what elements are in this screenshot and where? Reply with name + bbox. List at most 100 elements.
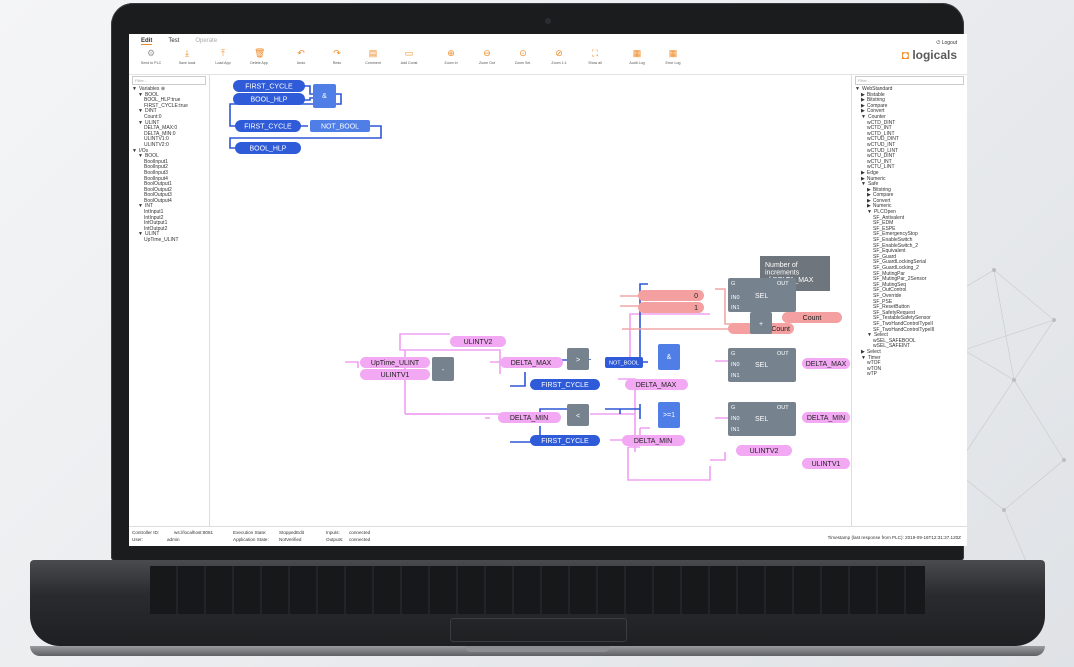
delta-min-var-in[interactable]: DELTA_MIN (498, 412, 561, 423)
const-0[interactable]: 0 (638, 290, 704, 301)
svg-text:DELTA_MIN: DELTA_MIN (807, 415, 845, 422)
delta-min-var-out[interactable]: DELTA_MIN (802, 412, 850, 423)
zoom-out-button[interactable]: ⊖ Zoom Out (469, 48, 505, 65)
zoom-in-icon: ⊕ (447, 48, 455, 58)
trash-button[interactable]: 🗑 Delete App (241, 48, 277, 65)
undo-button[interactable]: ↶ Undo (283, 48, 319, 65)
inputs-value: connected (349, 530, 371, 535)
ulintv2-var-bottom[interactable]: ULINTV2 (736, 445, 792, 456)
delta-min-var-fb[interactable]: DELTA_MIN (622, 435, 685, 446)
top-bool-hlp-out[interactable]: BOOL_HLP (235, 142, 301, 154)
logicals-logo: ◘ logicals (901, 48, 957, 62)
zoom-sel-button[interactable]: ⊙ Zoom Sel. (505, 48, 541, 65)
delta-max-var-in[interactable]: DELTA_MAX (500, 357, 563, 368)
count-var-out[interactable]: Count (782, 312, 842, 323)
fbd-diagram[interactable]: .bw{stroke:#2d57d6;stroke-width:1.6;fill… (210, 74, 850, 526)
error-log-icon: ▦ (668, 48, 678, 58)
first-cycle-var-2[interactable]: FIRST_CYCLE (530, 435, 600, 446)
and-block[interactable]: & (658, 344, 680, 370)
expand-arrow-icon[interactable]: ▼ (138, 153, 143, 159)
toolbar-label: Comment (365, 61, 381, 65)
svg-text:DELTA_MAX: DELTA_MAX (806, 361, 847, 368)
tab-test[interactable]: Test (168, 38, 179, 45)
top-bool-hlp-var[interactable]: BOOL_HLP (233, 93, 305, 105)
expand-arrow-icon[interactable]: ▼ (861, 114, 866, 120)
audit-log-button[interactable]: ▦ Audit Log (619, 48, 655, 65)
svg-text:OUT: OUT (777, 281, 789, 287)
plus-block[interactable]: + (750, 312, 772, 334)
zoom-11-button[interactable]: ⊘ Zoom 1:1 (541, 48, 577, 65)
fbd-canvas[interactable]: .bw{stroke:#2d57d6;stroke-width:1.6;fill… (210, 74, 850, 526)
sel-block-count[interactable]: G IN0 IN1 SEL OUT (728, 278, 796, 312)
toolbar-label: Save local (178, 61, 196, 65)
add-const-button[interactable]: ▭ Add Const (391, 48, 427, 65)
toolbar-label: Zoom Out (479, 61, 495, 65)
expand-arrow-icon[interactable]: ▼ (138, 231, 143, 238)
minus-block[interactable]: - (432, 357, 454, 381)
sel-block-delta-min[interactable]: G IN0 IN1 SEL OUT (728, 402, 796, 436)
expand-arrow-icon[interactable]: ▼ (138, 108, 143, 115)
library-tree: ▼ WebStandard ▶ Bistable ▶ Bitstring ▶ Compare ▶… (855, 86, 964, 378)
variable-tree-item[interactable]: UpTime_ULINT (132, 237, 206, 244)
zoom-in-button[interactable]: ⊕ Zoom In (433, 48, 469, 65)
toolbar-label: Error Log (665, 61, 681, 65)
outputs-label: Outputs: (326, 537, 344, 542)
svg-text:NOT_BOOL: NOT_BOOL (321, 124, 359, 131)
expand-arrow-icon[interactable]: ▼ (855, 86, 860, 92)
toolbar-label: Load App (215, 61, 231, 65)
tab-edit[interactable]: Edit (141, 38, 153, 45)
send-to-plc-button[interactable]: ⚙ Send to PLC (133, 48, 169, 65)
redo-button[interactable]: ↷ Redo (319, 48, 355, 65)
expand-arrow-icon[interactable]: ▼ (867, 209, 872, 215)
svg-text:FIRST_CYCLE: FIRST_CYCLE (245, 84, 293, 91)
ulintv1-var-bottom[interactable]: ULINTV1 (802, 458, 850, 469)
expand-arrow-icon[interactable]: ▼ (867, 332, 872, 338)
greater-than-block[interactable]: > (567, 348, 589, 370)
error-log-button[interactable]: ▦ Error Log (655, 48, 691, 65)
not-bool-block[interactable]: NOT_BOOL (605, 357, 643, 368)
collapse-arrow-icon[interactable]: ▶ (861, 170, 865, 176)
audit-log-icon: ▦ (632, 48, 642, 58)
controller-id-label: Controller ID: (132, 530, 160, 535)
ge1-block[interactable]: >=1 (658, 402, 680, 428)
svg-text:IN0: IN0 (731, 416, 740, 422)
svg-text:OUT: OUT (777, 351, 789, 357)
top-first-cycle-out[interactable]: FIRST_CYCLE (235, 120, 301, 132)
load-button[interactable]: ⤒ Load App (205, 48, 241, 65)
comment-line-2: increments (765, 270, 800, 277)
top-and-block[interactable]: & (313, 84, 336, 108)
collapse-arrow-icon[interactable]: ▶ (861, 349, 865, 355)
uptime-ulint-var[interactable]: UpTime_ULINT (360, 357, 430, 368)
comment-button[interactable]: ▤ Comment (355, 48, 391, 65)
ulintv1-var[interactable]: ULINTV1 (360, 369, 430, 380)
expand-arrow-icon[interactable]: ▼ (132, 86, 137, 92)
user-value: admin (167, 537, 180, 542)
save-button[interactable]: ⤓ Save local (169, 48, 205, 65)
expand-arrow-icon[interactable]: ▼ (138, 120, 143, 126)
variables-filter-input[interactable]: Filter... (132, 76, 206, 85)
tab-operate[interactable]: Operate (195, 38, 217, 45)
expand-arrow-icon[interactable]: ▼ (861, 181, 866, 187)
ulintv2-var[interactable]: ULINTV2 (450, 336, 506, 347)
expand-arrow-icon[interactable]: ▼ (138, 92, 143, 98)
expand-arrow-icon[interactable]: ▼ (138, 203, 143, 210)
library-filter-input[interactable]: Filter... (855, 76, 964, 85)
library-tree-item[interactable]: wTP (855, 371, 964, 378)
svg-text:&: & (667, 354, 672, 361)
const-1[interactable]: 1 (638, 302, 704, 313)
less-than-block[interactable]: < (567, 404, 589, 426)
logout-button[interactable]: ⏻ Logout (936, 40, 957, 46)
expand-arrow-icon[interactable]: ▼ (861, 355, 866, 361)
svg-text:DELTA_MAX: DELTA_MAX (636, 382, 677, 389)
delta-max-var-fb[interactable]: DELTA_MAX (625, 379, 688, 390)
svg-text:G: G (731, 351, 735, 357)
delta-max-var-out[interactable]: DELTA_MAX (802, 358, 850, 369)
top-first-cycle-var[interactable]: FIRST_CYCLE (233, 80, 305, 92)
svg-text:1: 1 (694, 305, 698, 312)
first-cycle-var-1[interactable]: FIRST_CYCLE (530, 379, 600, 390)
show-all-button[interactable]: ⛶ Show all (577, 48, 613, 65)
expand-arrow-icon[interactable]: ▼ (132, 148, 137, 154)
sel-block-delta-max[interactable]: G IN0 IN1 SEL OUT (728, 348, 796, 382)
svg-text:IN0: IN0 (731, 295, 740, 301)
top-not-bool-block[interactable]: NOT_BOOL (310, 120, 370, 132)
